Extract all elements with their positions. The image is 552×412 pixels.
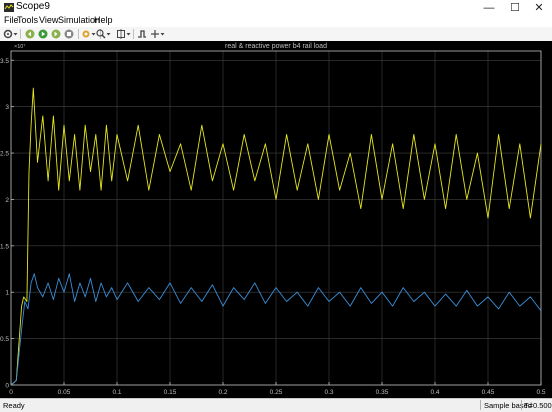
y-tick-label: 1.5	[0, 243, 9, 250]
x-tick-label: 0.15	[164, 389, 177, 396]
menu-view[interactable]: View	[39, 15, 58, 25]
menu-bar: File Tools View Simulation Help	[0, 15, 552, 27]
chevron-down-icon	[126, 33, 131, 36]
x-tick-label: 0.5	[536, 389, 545, 396]
close-button[interactable]: ✕	[526, 0, 552, 15]
x-tick-label: 0.2	[218, 389, 227, 396]
window-title: Scope9	[16, 1, 50, 12]
step-forward-button[interactable]	[51, 28, 61, 40]
triggers-icon	[138, 30, 146, 38]
stop-button[interactable]	[64, 28, 74, 40]
y-tick-label: 2	[5, 197, 9, 204]
x-tick-label: 0.35	[376, 389, 389, 396]
menu-tools[interactable]: Tools	[17, 15, 38, 25]
x-tick-label: 0.1	[112, 389, 121, 396]
rewind-button[interactable]	[25, 28, 35, 40]
cursor-button[interactable]	[150, 28, 165, 40]
scope-display[interactable]: 0 0.05 0.1 0.15 0.2 0.25 0.3 0.35 0.4 0.45 0.5 0 0.5…	[0, 41, 552, 398]
x-tick-label: 0.25	[270, 389, 283, 396]
x-tick-label: 0.45	[482, 389, 495, 396]
menu-help[interactable]: Help	[94, 15, 113, 25]
run-button[interactable]	[38, 28, 48, 40]
zoom-icon	[96, 29, 106, 39]
cursor-icon	[151, 30, 159, 38]
chevron-down-icon	[13, 33, 18, 36]
x-tick-label: 0.3	[324, 389, 333, 396]
close-icon: ✕	[534, 2, 544, 14]
status-ready: Ready	[3, 401, 25, 410]
settings-icon	[3, 29, 13, 39]
fit-axes-icon	[117, 29, 125, 39]
highlight-icon	[82, 30, 90, 38]
zoom-button[interactable]	[96, 28, 111, 40]
y-tick-label: 3	[5, 104, 9, 111]
scope-plot[interactable]: 0 0.05 0.1 0.15 0.2 0.25 0.3 0.35 0.4 0.45 0.5 0 0.5…	[0, 41, 552, 398]
status-time: T=0.500	[524, 401, 552, 410]
minimize-button[interactable]: —	[476, 0, 502, 15]
chevron-down-icon	[106, 33, 111, 36]
y-tick-label: 0	[5, 383, 9, 390]
toolbar	[0, 27, 552, 42]
fit-axes-button[interactable]	[116, 28, 131, 40]
run-icon	[38, 29, 48, 39]
triggers-button[interactable]	[137, 28, 147, 40]
x-tick-label: 0.4	[430, 389, 439, 396]
maximize-button[interactable]: ☐	[502, 0, 528, 15]
y-tick-label: 3.5	[0, 58, 9, 65]
maximize-icon: ☐	[510, 2, 520, 14]
chevron-down-icon	[160, 33, 165, 36]
stop-icon	[64, 29, 74, 39]
y-tick-label: 0.5	[0, 336, 9, 343]
minimize-icon: —	[483, 1, 495, 14]
x-tick-label: 0.05	[58, 389, 71, 396]
highlight-button[interactable]	[81, 28, 96, 40]
status-bar: Ready Sample based T=0.500	[0, 398, 552, 412]
settings-button[interactable]	[3, 28, 18, 40]
x-tick-label: 0	[9, 389, 13, 396]
rewind-icon	[25, 29, 35, 39]
title-bar: Scope9 — ☐ ✕	[0, 0, 552, 15]
scope-app-icon	[4, 3, 14, 12]
y-tick-label: 1	[5, 290, 9, 297]
chart-title: real & reactive power b4 rail load	[225, 43, 327, 50]
y-exponent-label: ×10⁷	[14, 43, 25, 50]
y-tick-label: 2.5	[0, 151, 9, 158]
step-icon	[51, 29, 61, 39]
